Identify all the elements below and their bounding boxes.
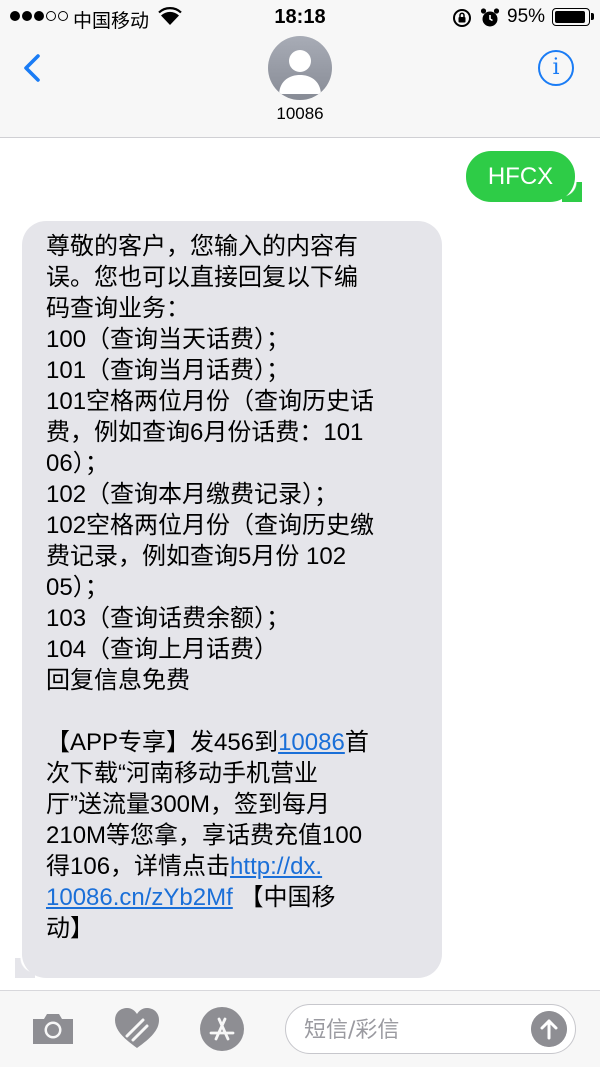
promo-line: 10086.cn/zYb2Mf 【中国移	[46, 882, 428, 913]
promo-text: 首	[344, 729, 369, 756]
message-line: 100（查询当天话费）；	[46, 326, 291, 353]
url-link[interactable]: 10086.cn/zYb2Mf	[46, 884, 233, 911]
message-line: 06）；	[46, 450, 109, 477]
message-line: 102空格两位月份（查询历史缴	[46, 512, 375, 539]
incoming-message-bubble[interactable]: 尊敬的客户，您输入的内容有 误。您也可以直接回复以下编 码查询业务： 100（查…	[22, 221, 442, 978]
battery-percent: 95%	[507, 6, 546, 27]
promo-line: 得106，详情点击http://dx.	[46, 851, 428, 882]
info-button[interactable]: i	[538, 50, 574, 86]
alarm-icon	[480, 8, 500, 27]
status-bar: 中国移动 18:18 95%	[0, 0, 600, 34]
contact-name[interactable]: 10086	[0, 104, 600, 124]
message-line: 101空格两位月份（查询历史话	[46, 388, 375, 415]
phone-number-link[interactable]: 10086	[278, 729, 345, 756]
outgoing-message-bubble[interactable]: HFCX	[466, 151, 582, 202]
message-line: 103（查询话费余额）；	[46, 605, 291, 632]
conversation-header: 10086 i	[0, 34, 600, 138]
promo-text: 【中国移	[232, 884, 336, 911]
promo-line: 次下载“河南移动手机营业	[46, 760, 318, 787]
promo-line: 210M等您拿，享话费充值100	[46, 822, 363, 849]
message-line: 104（查询上月话费）	[46, 636, 279, 663]
message-line: 102（查询本月缴费记录）；	[46, 481, 339, 508]
message-line: 费记录，例如查询5月份 102	[46, 543, 347, 570]
camera-icon[interactable]	[30, 1009, 76, 1047]
message-line: 码查询业务：	[46, 295, 190, 322]
promo-line: 动】	[46, 915, 94, 942]
url-link[interactable]: http://dx.	[230, 853, 322, 880]
message-line: 回复信息免费	[46, 667, 190, 694]
message-text-input[interactable]	[304, 1015, 524, 1045]
message-line: 费，例如查询6月份话费：101	[46, 419, 364, 446]
promo-line: 厅”送流量300M，签到每月	[46, 791, 331, 818]
digital-touch-icon[interactable]	[113, 1006, 161, 1050]
send-arrow-icon[interactable]	[531, 1011, 567, 1047]
promo-text: 【APP专享】发456到	[46, 729, 279, 756]
promo-text: 得106，详情点击	[46, 853, 231, 880]
message-line: 误。您也可以直接回复以下编	[46, 264, 358, 291]
person-icon	[279, 50, 321, 94]
message-input-bar	[0, 990, 600, 1067]
message-line: 尊敬的客户，您输入的内容有	[46, 233, 358, 260]
message-line: 05）；	[46, 574, 109, 601]
promo-line: 【APP专享】发456到10086首	[46, 727, 428, 758]
battery-icon	[552, 8, 594, 26]
contact-avatar[interactable]	[268, 36, 332, 100]
rotation-lock-icon	[453, 9, 471, 27]
message-line: 101（查询当月话费）；	[46, 357, 291, 384]
back-button[interactable]	[14, 48, 54, 88]
app-store-icon[interactable]	[199, 1006, 245, 1052]
message-input-field[interactable]	[285, 1004, 576, 1054]
